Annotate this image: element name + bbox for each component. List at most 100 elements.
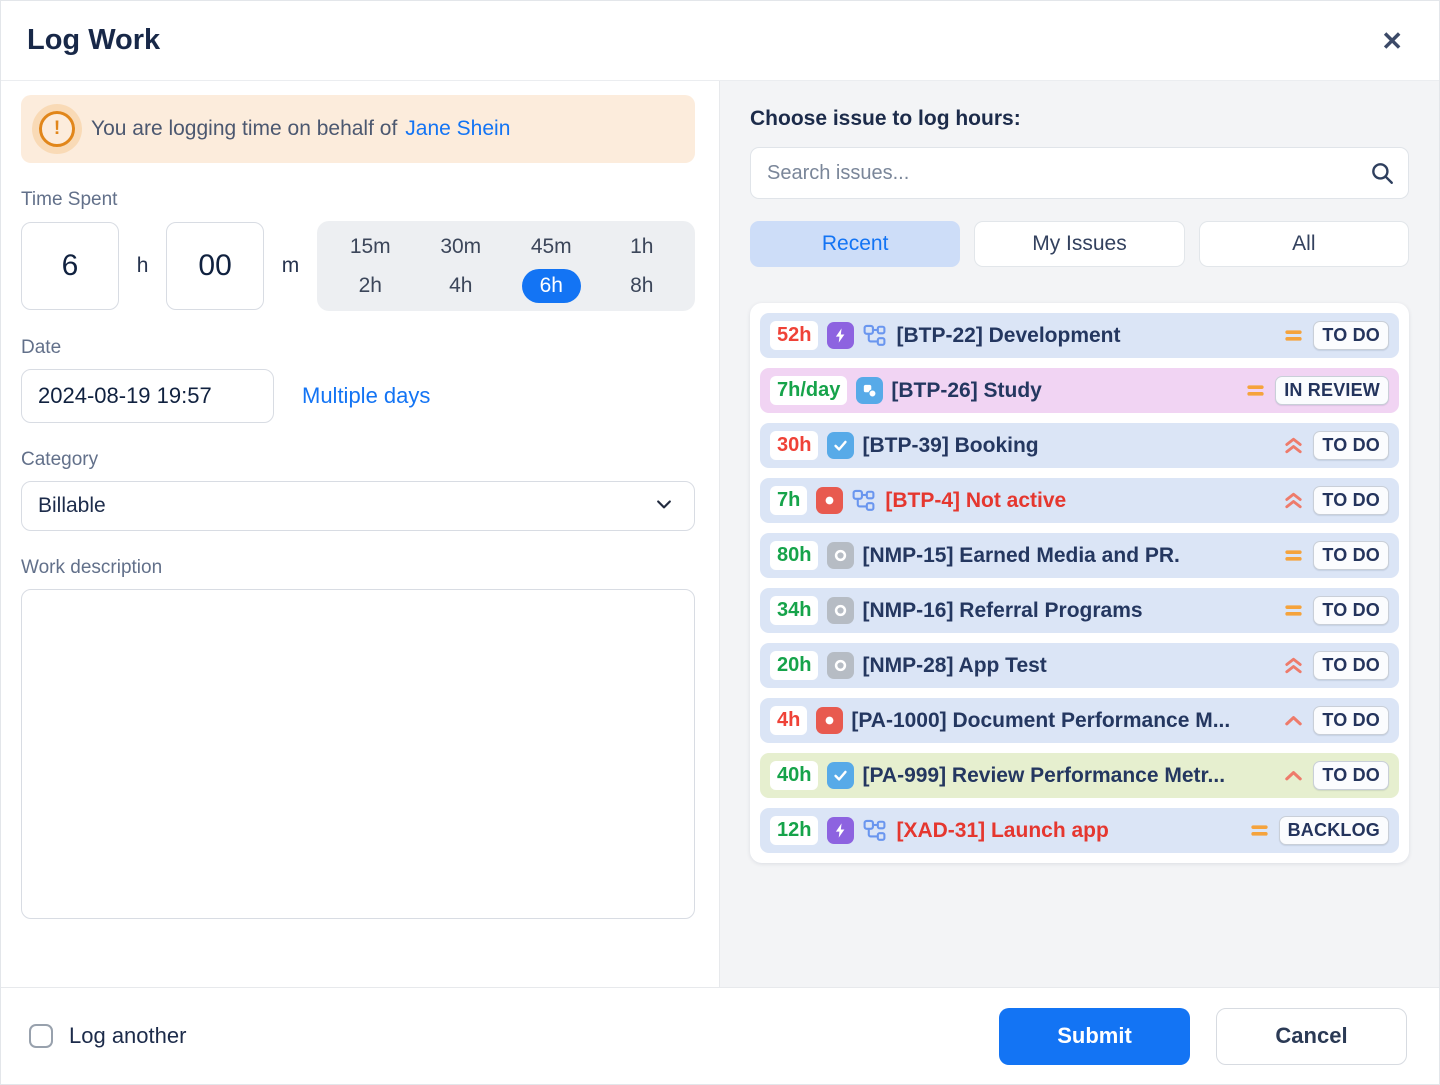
hierarchy-icon: [851, 488, 876, 513]
logged-time-badge: 34h: [770, 596, 818, 625]
quick-time-option-4h[interactable]: 4h: [431, 269, 490, 303]
priority-medium-icon: [1282, 544, 1305, 567]
log-another-toggle[interactable]: Log another: [29, 1023, 186, 1049]
status-badge: TO DO: [1313, 541, 1389, 570]
issue-title: [XAD-31] Launch app: [896, 819, 1239, 843]
priority-high-icon: [1282, 764, 1305, 787]
priority-medium-icon: [1244, 379, 1267, 402]
multiple-days-link[interactable]: Multiple days: [302, 383, 430, 409]
ring-icon: [827, 542, 854, 569]
logged-time-badge: 40h: [770, 761, 818, 790]
search-icon[interactable]: [1369, 160, 1395, 191]
dialog-footer: Log another Submit Cancel: [1, 987, 1439, 1084]
priority-highest-icon: [1282, 489, 1305, 512]
epic-icon: [827, 817, 854, 844]
work-description-label: Work description: [21, 557, 695, 579]
priority-medium-icon: [1282, 599, 1305, 622]
logged-time-badge: 7h/day: [770, 376, 847, 405]
tab-my-issues[interactable]: My Issues: [974, 221, 1184, 267]
priority-highest-icon: [1282, 434, 1305, 457]
subtask-icon: [856, 377, 883, 404]
logged-time-badge: 20h: [770, 651, 818, 680]
logged-time-badge: 4h: [770, 706, 807, 735]
issue-row[interactable]: 4h [PA-1000] Document Performance M... T…: [760, 698, 1399, 743]
issue-title: [PA-999] Review Performance Metr...: [862, 764, 1274, 788]
logged-time-badge: 7h: [770, 486, 807, 515]
date-input[interactable]: [21, 369, 274, 423]
ring-icon: [827, 597, 854, 624]
minutes-unit-label: m: [282, 254, 300, 278]
log-another-label: Log another: [69, 1023, 186, 1049]
dialog-header: Log Work ✕: [1, 1, 1439, 81]
task-icon: [827, 762, 854, 789]
status-badge: TO DO: [1313, 706, 1389, 735]
issue-row[interactable]: 34h [NMP-16] Referral Programs TO DO: [760, 588, 1399, 633]
status-badge: TO DO: [1313, 321, 1389, 350]
issue-row[interactable]: 80h [NMP-15] Earned Media and PR. TO DO: [760, 533, 1399, 578]
bug-icon: [816, 707, 843, 734]
priority-medium-icon: [1248, 819, 1271, 842]
time-spent-label: Time Spent: [21, 189, 695, 211]
quick-time-option-45m[interactable]: 45m: [513, 230, 590, 264]
hours-input[interactable]: [21, 222, 119, 310]
hierarchy-icon: [862, 818, 887, 843]
hours-unit-label: h: [137, 254, 149, 278]
status-badge: TO DO: [1313, 761, 1389, 790]
issue-row[interactable]: 30h [BTP-39] Booking TO DO: [760, 423, 1399, 468]
issue-title: [NMP-28] App Test: [862, 654, 1274, 678]
quick-time-option-2h[interactable]: 2h: [341, 269, 400, 303]
issue-row[interactable]: 7h [BTP-4] Not active TO DO: [760, 478, 1399, 523]
work-description-input[interactable]: [21, 589, 695, 919]
logged-time-badge: 12h: [770, 816, 818, 845]
date-label: Date: [21, 337, 695, 359]
submit-button[interactable]: Submit: [999, 1008, 1190, 1065]
issue-title: [PA-1000] Document Performance M...: [851, 709, 1274, 733]
close-icon[interactable]: ✕: [1381, 28, 1403, 54]
cancel-button[interactable]: Cancel: [1216, 1008, 1407, 1065]
status-badge: TO DO: [1313, 431, 1389, 460]
time-quick-options: 15m 30m 45m 1h 2h 4h 6h 8h: [317, 221, 695, 311]
category-select[interactable]: Billable: [21, 481, 695, 531]
tab-all[interactable]: All: [1199, 221, 1409, 267]
bug-icon: [816, 487, 843, 514]
issue-row[interactable]: 7h/day [BTP-26] Study IN REVIEW: [760, 368, 1399, 413]
quick-time-option-6h[interactable]: 6h: [522, 269, 581, 303]
task-icon: [827, 432, 854, 459]
logged-time-badge: 52h: [770, 321, 818, 350]
search-issues-input[interactable]: [750, 147, 1409, 199]
issue-row[interactable]: 52h [BTP-22] Development TO DO: [760, 313, 1399, 358]
priority-highest-icon: [1282, 654, 1305, 677]
issue-row[interactable]: 12h [XAD-31] Launch app BACKLOG: [760, 808, 1399, 853]
status-badge: IN REVIEW: [1275, 376, 1389, 405]
priority-high-icon: [1282, 709, 1305, 732]
tab-recent[interactable]: Recent: [750, 221, 960, 267]
status-badge: TO DO: [1313, 596, 1389, 625]
category-value: Billable: [38, 494, 106, 518]
status-badge: TO DO: [1313, 486, 1389, 515]
hierarchy-icon: [862, 323, 887, 348]
issue-row[interactable]: 20h [NMP-28] App Test TO DO: [760, 643, 1399, 688]
on-behalf-banner: ! You are logging time on behalf ofJane …: [21, 95, 695, 163]
epic-icon: [827, 322, 854, 349]
minutes-input[interactable]: [166, 222, 264, 310]
issue-tabs: Recent My Issues All: [750, 221, 1409, 267]
issue-picker-panel: Choose issue to log hours: Recent My Issu…: [719, 81, 1439, 987]
log-form-panel: ! You are logging time on behalf ofJane …: [1, 81, 719, 987]
quick-time-option-1h[interactable]: 1h: [612, 230, 671, 264]
issue-title: [BTP-39] Booking: [862, 434, 1274, 458]
quick-time-option-15m[interactable]: 15m: [332, 230, 409, 264]
choose-issue-heading: Choose issue to log hours:: [750, 107, 1409, 131]
banner-user-link[interactable]: Jane Shein: [405, 117, 510, 140]
dialog-title: Log Work: [27, 24, 160, 57]
log-another-checkbox[interactable]: [29, 1024, 53, 1048]
logged-time-badge: 30h: [770, 431, 818, 460]
quick-time-option-8h[interactable]: 8h: [612, 269, 671, 303]
issue-title: [NMP-16] Referral Programs: [862, 599, 1274, 623]
issue-list: 52h [BTP-22] Development TO DO 7h/day [B…: [750, 303, 1409, 863]
issue-title: [BTP-22] Development: [896, 324, 1274, 348]
category-label: Category: [21, 449, 695, 471]
quick-time-option-30m[interactable]: 30m: [422, 230, 499, 264]
status-badge: TO DO: [1313, 651, 1389, 680]
banner-text: You are logging time on behalf of: [91, 117, 397, 140]
issue-row[interactable]: 40h [PA-999] Review Performance Metr... …: [760, 753, 1399, 798]
